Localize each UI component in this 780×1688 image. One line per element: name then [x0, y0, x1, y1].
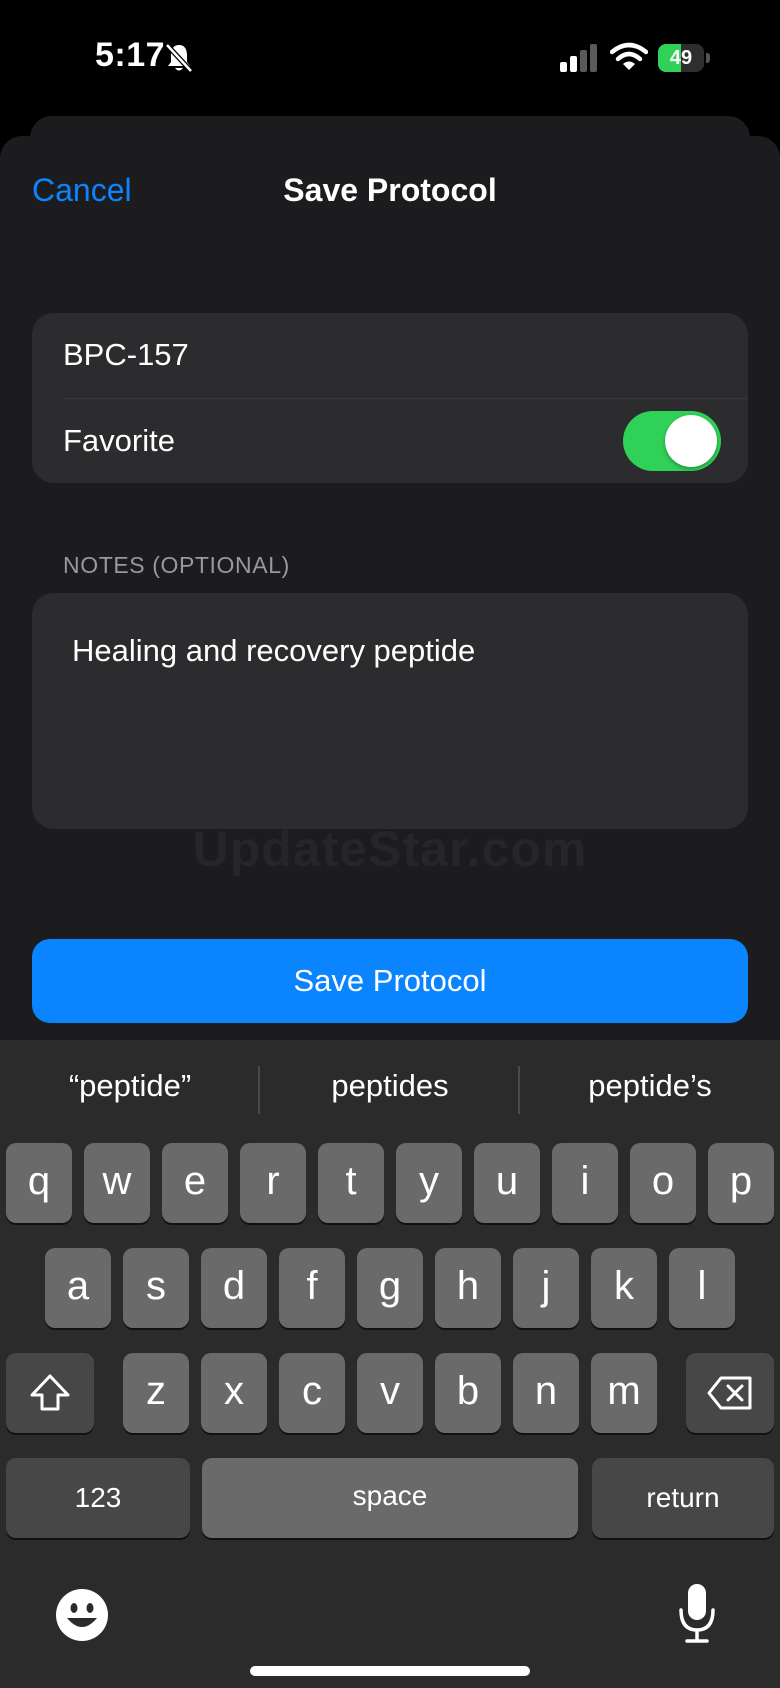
- key-f[interactable]: f: [279, 1248, 345, 1328]
- suggestion-bar: “peptide” peptides peptide’s: [0, 1040, 780, 1140]
- key-h[interactable]: h: [435, 1248, 501, 1328]
- notes-textarea[interactable]: Healing and recovery peptide: [32, 593, 748, 829]
- key-n[interactable]: n: [513, 1353, 579, 1433]
- key-z[interactable]: z: [123, 1353, 189, 1433]
- delete-icon: [707, 1376, 752, 1410]
- key-x[interactable]: x: [201, 1353, 267, 1433]
- notes-text: Healing and recovery peptide: [72, 633, 476, 668]
- key-b[interactable]: b: [435, 1353, 501, 1433]
- key-p[interactable]: p: [708, 1143, 774, 1223]
- key-v[interactable]: v: [357, 1353, 423, 1433]
- save-protocol-button[interactable]: Save Protocol: [32, 939, 748, 1023]
- emoji-icon[interactable]: [55, 1588, 109, 1642]
- key-t[interactable]: t: [318, 1143, 384, 1223]
- status-bar: 5:17 49: [0, 0, 780, 120]
- battery-percent: 49: [669, 47, 693, 69]
- key-o[interactable]: o: [630, 1143, 696, 1223]
- key-y[interactable]: y: [396, 1143, 462, 1223]
- space-key[interactable]: space: [202, 1458, 578, 1538]
- key-m[interactable]: m: [591, 1353, 657, 1433]
- status-time: 5:17: [95, 36, 166, 74]
- notes-section-header: NOTES (OPTIONAL): [63, 552, 290, 578]
- battery-icon: 49: [658, 44, 710, 72]
- key-l[interactable]: l: [669, 1248, 735, 1328]
- key-g[interactable]: g: [357, 1248, 423, 1328]
- bell-slash-icon: [165, 43, 193, 73]
- divider: [63, 398, 748, 399]
- return-key[interactable]: return: [592, 1458, 774, 1538]
- suggestion-item[interactable]: peptides: [270, 1068, 510, 1104]
- key-r[interactable]: r: [240, 1143, 306, 1223]
- key-a[interactable]: a: [45, 1248, 111, 1328]
- signal-icon: [560, 44, 597, 72]
- shift-icon: [30, 1374, 70, 1411]
- watermark: UpdateStar.com: [192, 821, 588, 877]
- key-s[interactable]: s: [123, 1248, 189, 1328]
- numbers-key[interactable]: 123: [6, 1458, 190, 1538]
- wifi-icon: [610, 42, 648, 70]
- microphone-icon[interactable]: [677, 1582, 717, 1644]
- page-title: Save Protocol: [283, 172, 497, 208]
- key-q[interactable]: q: [6, 1143, 72, 1223]
- key-u[interactable]: u: [474, 1143, 540, 1223]
- key-e[interactable]: e: [162, 1143, 228, 1223]
- protocol-name-field[interactable]: BPC-157: [63, 337, 663, 373]
- favorite-label: Favorite: [63, 423, 175, 458]
- key-d[interactable]: d: [201, 1248, 267, 1328]
- key-w[interactable]: w: [84, 1143, 150, 1223]
- key-k[interactable]: k: [591, 1248, 657, 1328]
- key-i[interactable]: i: [552, 1143, 618, 1223]
- suggestion-item[interactable]: peptide’s: [530, 1068, 770, 1104]
- key-j[interactable]: j: [513, 1248, 579, 1328]
- protocol-form-group: BPC-157 Favorite: [32, 313, 748, 483]
- shift-key[interactable]: [6, 1353, 94, 1433]
- favorite-toggle[interactable]: [623, 411, 721, 471]
- suggestion-item[interactable]: “peptide”: [10, 1068, 250, 1104]
- toggle-knob: [665, 415, 717, 467]
- delete-key[interactable]: [686, 1353, 774, 1433]
- key-c[interactable]: c: [279, 1353, 345, 1433]
- home-indicator: [250, 1666, 530, 1676]
